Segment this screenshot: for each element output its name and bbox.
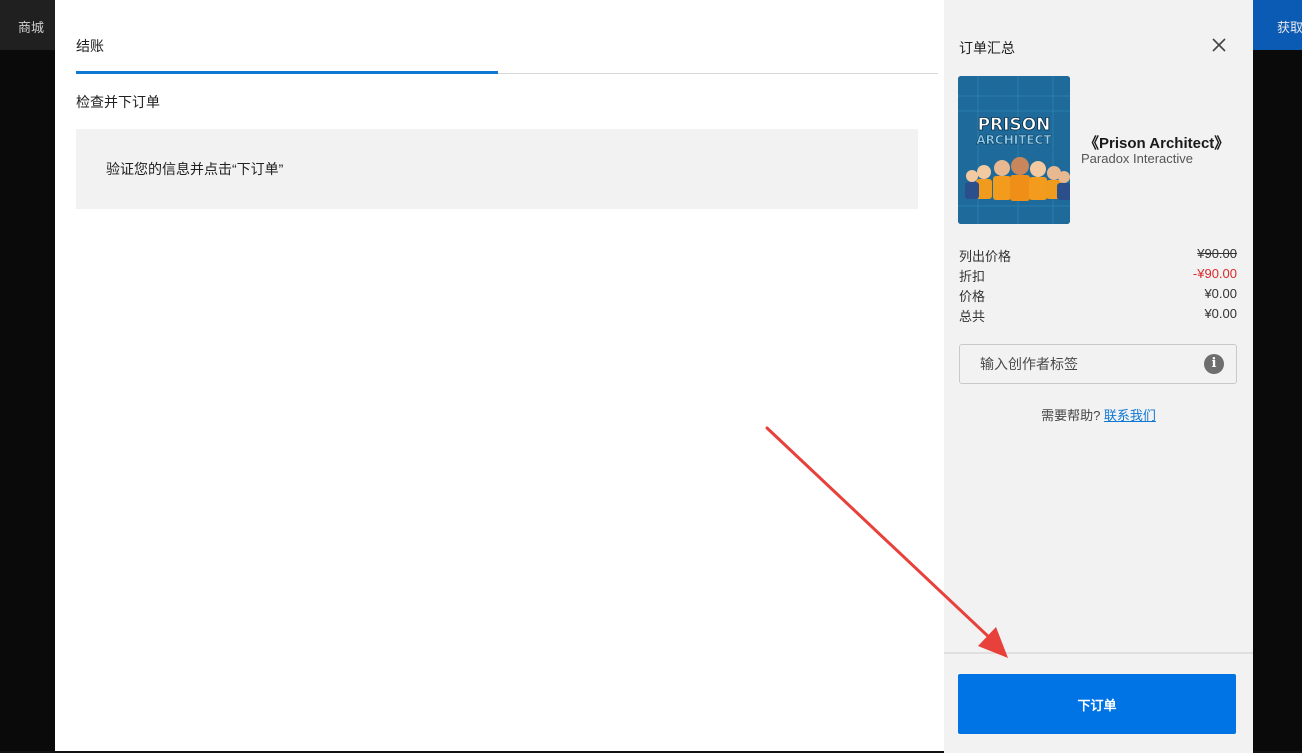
contact-us-link[interactable]: 联系我们 <box>1104 408 1156 423</box>
section-title: 检查并下订单 <box>76 94 160 110</box>
price-label: 列出价格 <box>959 249 1012 264</box>
price-value: ¥0.00 <box>1204 306 1237 321</box>
product-publisher: Paradox Interactive <box>1081 151 1194 166</box>
help-text: 需要帮助? <box>1041 408 1101 423</box>
modal-backdrop-left <box>0 50 55 751</box>
store-nav-link[interactable]: 商城 <box>18 17 44 36</box>
get-button-label: 获取 <box>1277 20 1302 35</box>
price-value: ¥0.00 <box>1204 286 1237 301</box>
order-action-bar: 下订单 <box>944 652 1253 753</box>
price-row-price: 价格 ¥0.00 <box>959 284 1237 304</box>
game-cover-image: PRISON ARCHITECT <box>958 76 1070 224</box>
price-value: -¥90.00 <box>1192 266 1237 281</box>
info-message: 验证您的信息并点击“下订单” <box>106 161 284 177</box>
info-box: 验证您的信息并点击“下订单” <box>76 129 918 209</box>
cover-title-line2: ARCHITECT <box>976 133 1052 147</box>
price-label: 总共 <box>959 309 986 324</box>
creator-tag-field: i <box>959 344 1237 384</box>
summary-title: 订单汇总 <box>959 40 1015 56</box>
modal-backdrop-right <box>1253 50 1302 751</box>
price-value: ¥90.00 <box>1197 246 1237 261</box>
price-label: 价格 <box>959 289 986 304</box>
help-line: 需要帮助? 联系我们 <box>944 405 1253 424</box>
creator-tag-input[interactable] <box>970 353 1210 375</box>
order-summary-pane: 订单汇总 PRISON ARCHITECT 《Prison Architect》… <box>944 0 1253 753</box>
checkout-modal: 结账 检查并下订单 验证您的信息并点击“下订单” 订单汇总 PRISON ARC… <box>55 0 1253 753</box>
info-icon[interactable]: i <box>1204 354 1224 374</box>
tab-active-indicator <box>76 71 498 74</box>
close-button[interactable] <box>1208 34 1230 56</box>
get-button[interactable]: 获取 <box>1252 0 1302 50</box>
tab-checkout[interactable]: 结账 <box>76 36 104 56</box>
price-row-list: 列出价格 ¥90.00 <box>959 244 1237 264</box>
price-row-total: 总共 ¥0.00 <box>959 304 1237 324</box>
close-icon <box>1212 38 1226 52</box>
checkout-pane: 结账 检查并下订单 验证您的信息并点击“下订单” <box>55 0 944 751</box>
product-title: 《Prison Architect》 <box>1084 135 1230 152</box>
price-label: 折扣 <box>959 269 986 284</box>
price-breakdown: 列出价格 ¥90.00 折扣 -¥90.00 价格 ¥0.00 总共 ¥0.00 <box>959 244 1237 324</box>
cover-title-line1: PRISON <box>978 115 1051 135</box>
place-order-button[interactable]: 下订单 <box>958 674 1236 734</box>
price-row-discount: 折扣 -¥90.00 <box>959 264 1237 284</box>
